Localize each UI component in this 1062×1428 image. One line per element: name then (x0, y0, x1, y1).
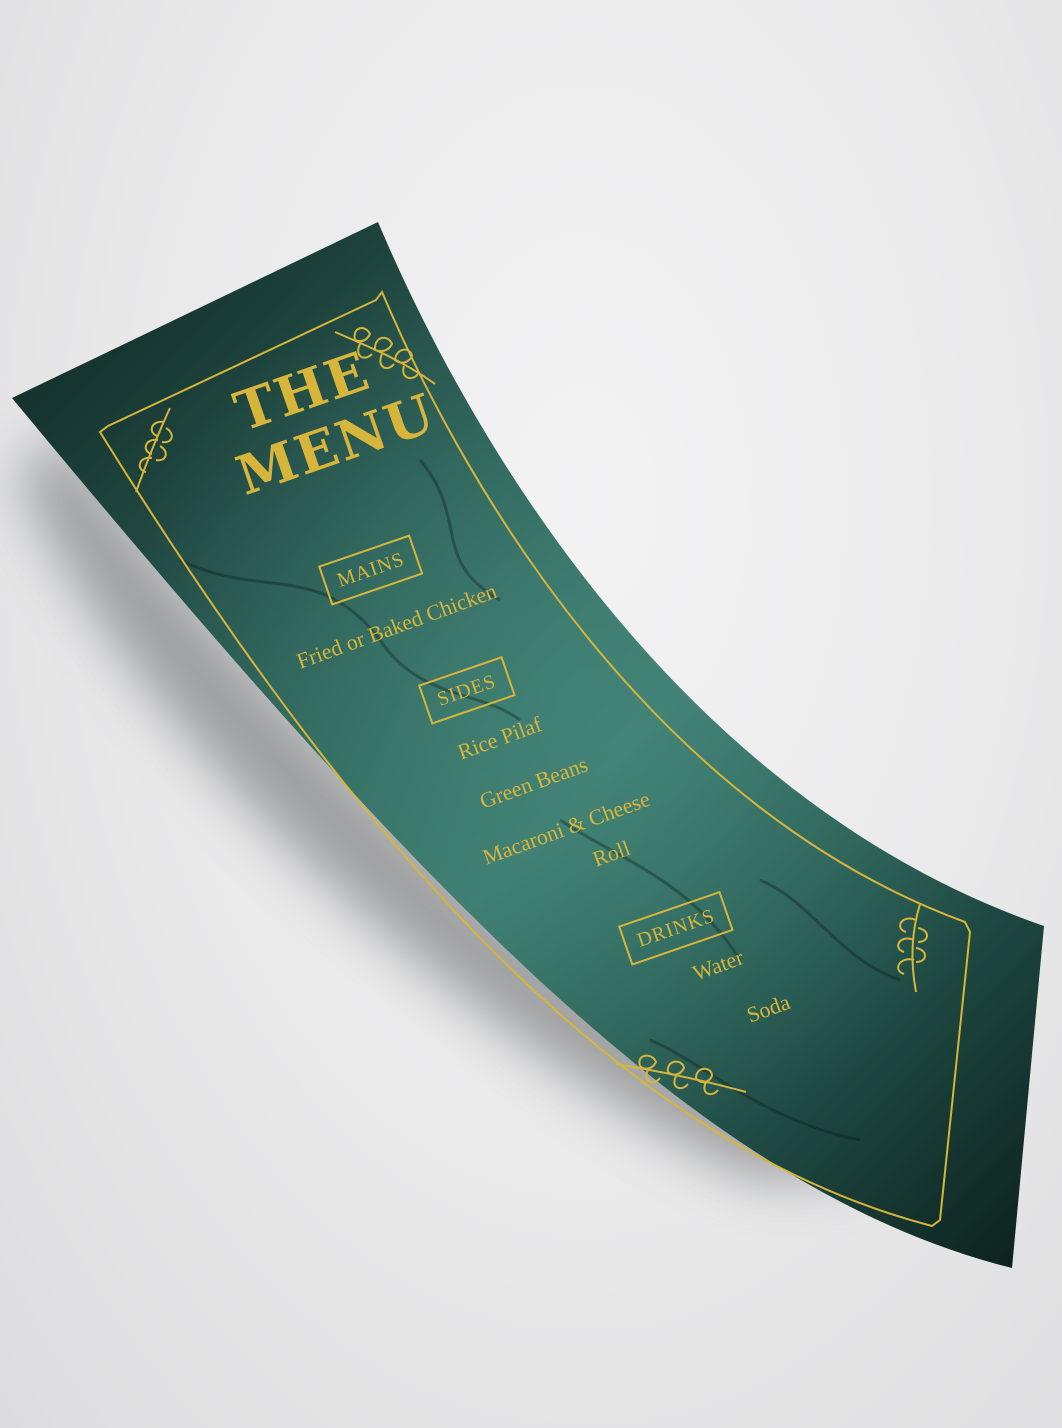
leaf-branch-icon (897, 903, 928, 993)
mockup-scene: THE MENU MAINS Fried or Baked Chicken SI… (0, 0, 1062, 1428)
leaf-branch-icon (135, 407, 173, 493)
leaf-branch-icon (615, 1054, 747, 1096)
